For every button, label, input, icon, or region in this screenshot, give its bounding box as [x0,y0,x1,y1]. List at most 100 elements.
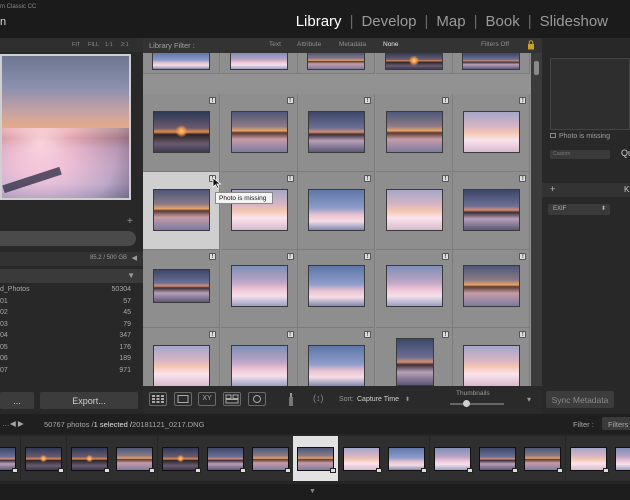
navigator-preview[interactable] [0,54,131,200]
grid-cell[interactable]: ! [143,250,220,328]
filmstrip-item[interactable] [0,436,20,481]
import-button[interactable]: ... [0,392,34,409]
compare-view-icon[interactable]: XY [198,392,216,406]
folder-row[interactable]: 01 57 [0,297,143,309]
folder-row[interactable]: 06 189 [0,354,143,366]
zoom-fill[interactable]: FILL [88,42,99,48]
missing-photo-icon[interactable]: ! [519,175,527,182]
module-slideshow[interactable]: Slideshow [532,13,616,30]
grid-cell[interactable]: ! [375,250,453,328]
filmstrip-nav-left[interactable]: … [2,419,10,428]
grid-cell[interactable] [298,53,376,74]
grid-cell[interactable]: ! [220,94,298,172]
missing-photo-icon[interactable]: ! [364,253,372,260]
filmstrip-item[interactable] [566,436,611,481]
grid-cell[interactable]: ! [298,94,376,172]
filmstrip-item[interactable] [21,436,66,481]
missing-photo-icon[interactable]: ! [364,331,372,338]
module-book[interactable]: Book [478,13,528,30]
folder-search-input[interactable] [0,231,136,246]
filter-tab-none[interactable]: None [383,41,399,48]
filmstrip-item[interactable] [339,436,384,481]
folder-row[interactable]: 07 971 [0,366,143,378]
missing-photo-icon[interactable]: ! [286,97,294,104]
missing-photo-icon[interactable]: ! [441,253,449,260]
folder-header[interactable]: ▼ [0,269,143,283]
filmstrip-source-info[interactable]: 50767 photos /1 selected /20181121_0217.… [44,420,204,429]
folder-row[interactable]: 03 79 [0,320,143,332]
filmstrip-item[interactable] [158,436,203,481]
export-button[interactable]: Export... [40,392,138,409]
module-develop[interactable]: Develop [353,13,424,30]
survey-view-icon[interactable] [223,392,241,406]
grid-cell[interactable]: ! [298,328,376,386]
filmstrip-item[interactable] [520,436,565,481]
missing-photo-icon[interactable]: ! [209,331,216,338]
missing-photo-icon[interactable]: ! [209,97,216,104]
filmstrip-item[interactable] [475,436,520,481]
lock-icon[interactable] [527,40,535,50]
filter-tab-metadata[interactable]: Metadata [339,41,366,48]
grid-cell-selected[interactable]: ! [143,172,220,250]
grid-cell[interactable] [375,53,453,74]
quick-develop-label[interactable]: Qu [621,148,630,158]
slider-knob[interactable] [463,400,471,407]
grid-cell[interactable]: ! [453,250,531,328]
toolbar-menu-icon[interactable]: ▾ [527,395,531,404]
missing-photo-icon[interactable]: ! [286,175,294,182]
scrollbar-thumb[interactable] [534,61,539,75]
filmstrip-item[interactable] [384,436,429,481]
module-map[interactable]: Map [428,13,473,30]
collapse-bottom-icon[interactable]: ▼ [309,488,316,495]
people-view-icon[interactable] [248,392,266,406]
chevron-down-icon[interactable]: ▼ [127,271,135,280]
saved-preset-select[interactable]: Custom [550,150,610,159]
missing-photo-icon[interactable]: ! [209,253,216,260]
grid-view-icon[interactable] [149,392,167,406]
missing-photo-icon[interactable]: ! [519,97,527,104]
filter-tab-text[interactable]: Text [269,41,281,48]
filmstrip-filters-dropdown[interactable]: Filters [602,417,630,430]
grid-cell[interactable] [220,53,298,74]
missing-photo-icon[interactable]: ! [286,331,294,338]
filmstrip-arrows[interactable]: ◀ ▶ [10,419,24,428]
chevron-down-icon[interactable]: ⬍ [405,396,410,403]
filmstrip-item[interactable] [248,436,293,481]
grid-cell[interactable]: ! [453,172,531,250]
grid-cell[interactable]: ! [143,94,220,172]
missing-photo-icon[interactable]: ! [286,253,294,260]
volume-row[interactable]: 85.2 / 500 GB ◀ [0,252,143,266]
missing-photo-icon[interactable]: ! [519,253,527,260]
missing-photo-icon[interactable]: ! [364,97,372,104]
grid-cell[interactable]: ! [298,250,376,328]
filter-tab-attribute[interactable]: Attribute [297,41,321,48]
grid-cell[interactable]: ! [220,250,298,328]
grid-cell[interactable]: ! [220,172,298,250]
painter-spray-icon[interactable] [286,392,296,407]
sort-direction-icon[interactable]: (↕) [313,393,324,403]
keywording-header[interactable]: + K [542,183,630,197]
missing-photo-icon[interactable]: ! [364,175,372,182]
missing-photo-icon[interactable]: ! [519,331,527,338]
collapse-left-icon[interactable]: ◀ [132,254,137,262]
grid-cell[interactable]: ! [298,172,376,250]
missing-photo-icon[interactable]: ! [441,175,449,182]
filter-preset-dropdown[interactable]: Filters Off [481,41,509,48]
grid-cell[interactable]: ! [375,328,453,386]
missing-photo-icon[interactable]: ! [441,331,449,338]
zoom-1-1[interactable]: 1:1 [105,42,113,48]
loupe-view-icon[interactable] [174,392,192,406]
filmstrip-item[interactable] [203,436,248,481]
grid-cell[interactable]: ! [143,328,220,386]
grid-cell[interactable]: ! [375,94,453,172]
add-icon[interactable]: + [550,184,555,194]
folder-row[interactable]: 04 347 [0,331,143,343]
grid-cell[interactable] [453,53,531,74]
metadata-preset-select[interactable]: EXIF ⬍ [548,204,610,215]
grid-scrollbar[interactable] [531,53,542,386]
filmstrip-item-selected[interactable] [293,436,338,481]
folder-row[interactable]: d_Photos 50304 [0,285,143,297]
grid-cell[interactable]: ! [220,328,298,386]
sync-metadata-button[interactable]: Sync Metadata [546,391,614,408]
grid-cell[interactable]: ! [453,94,531,172]
